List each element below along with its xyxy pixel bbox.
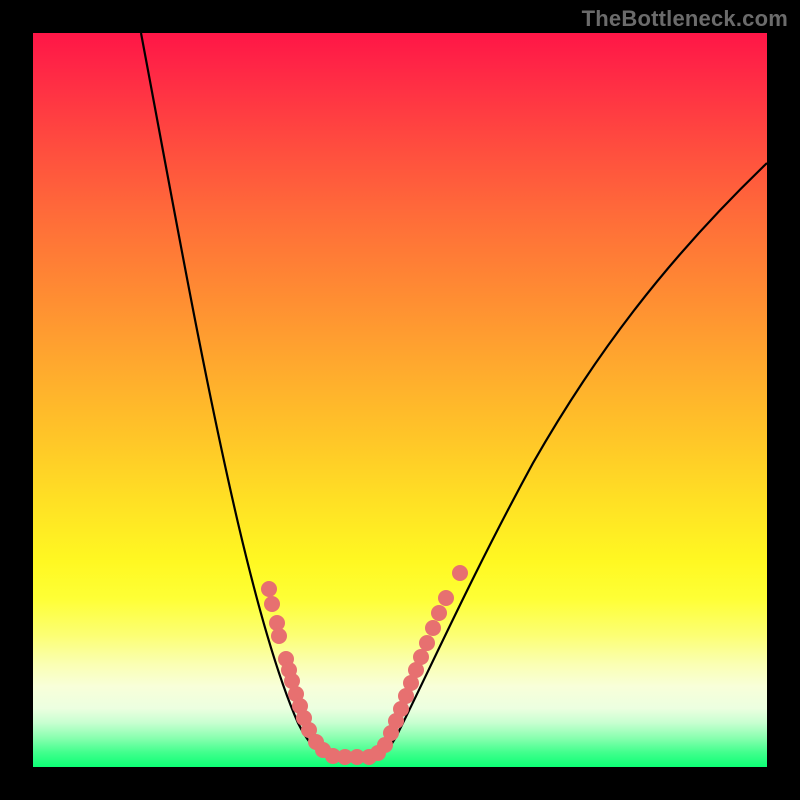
curve-left — [141, 33, 341, 757]
plot-area — [33, 33, 767, 767]
chart-svg — [33, 33, 767, 767]
data-dot — [261, 581, 277, 597]
data-dot — [264, 596, 280, 612]
curve-right — [371, 163, 767, 757]
data-dot — [425, 620, 441, 636]
data-dot — [438, 590, 454, 606]
data-dot — [452, 565, 468, 581]
data-dot — [413, 649, 429, 665]
data-dot — [419, 635, 435, 651]
data-dot — [271, 628, 287, 644]
data-dot — [431, 605, 447, 621]
watermark-label: TheBottleneck.com — [582, 6, 788, 32]
